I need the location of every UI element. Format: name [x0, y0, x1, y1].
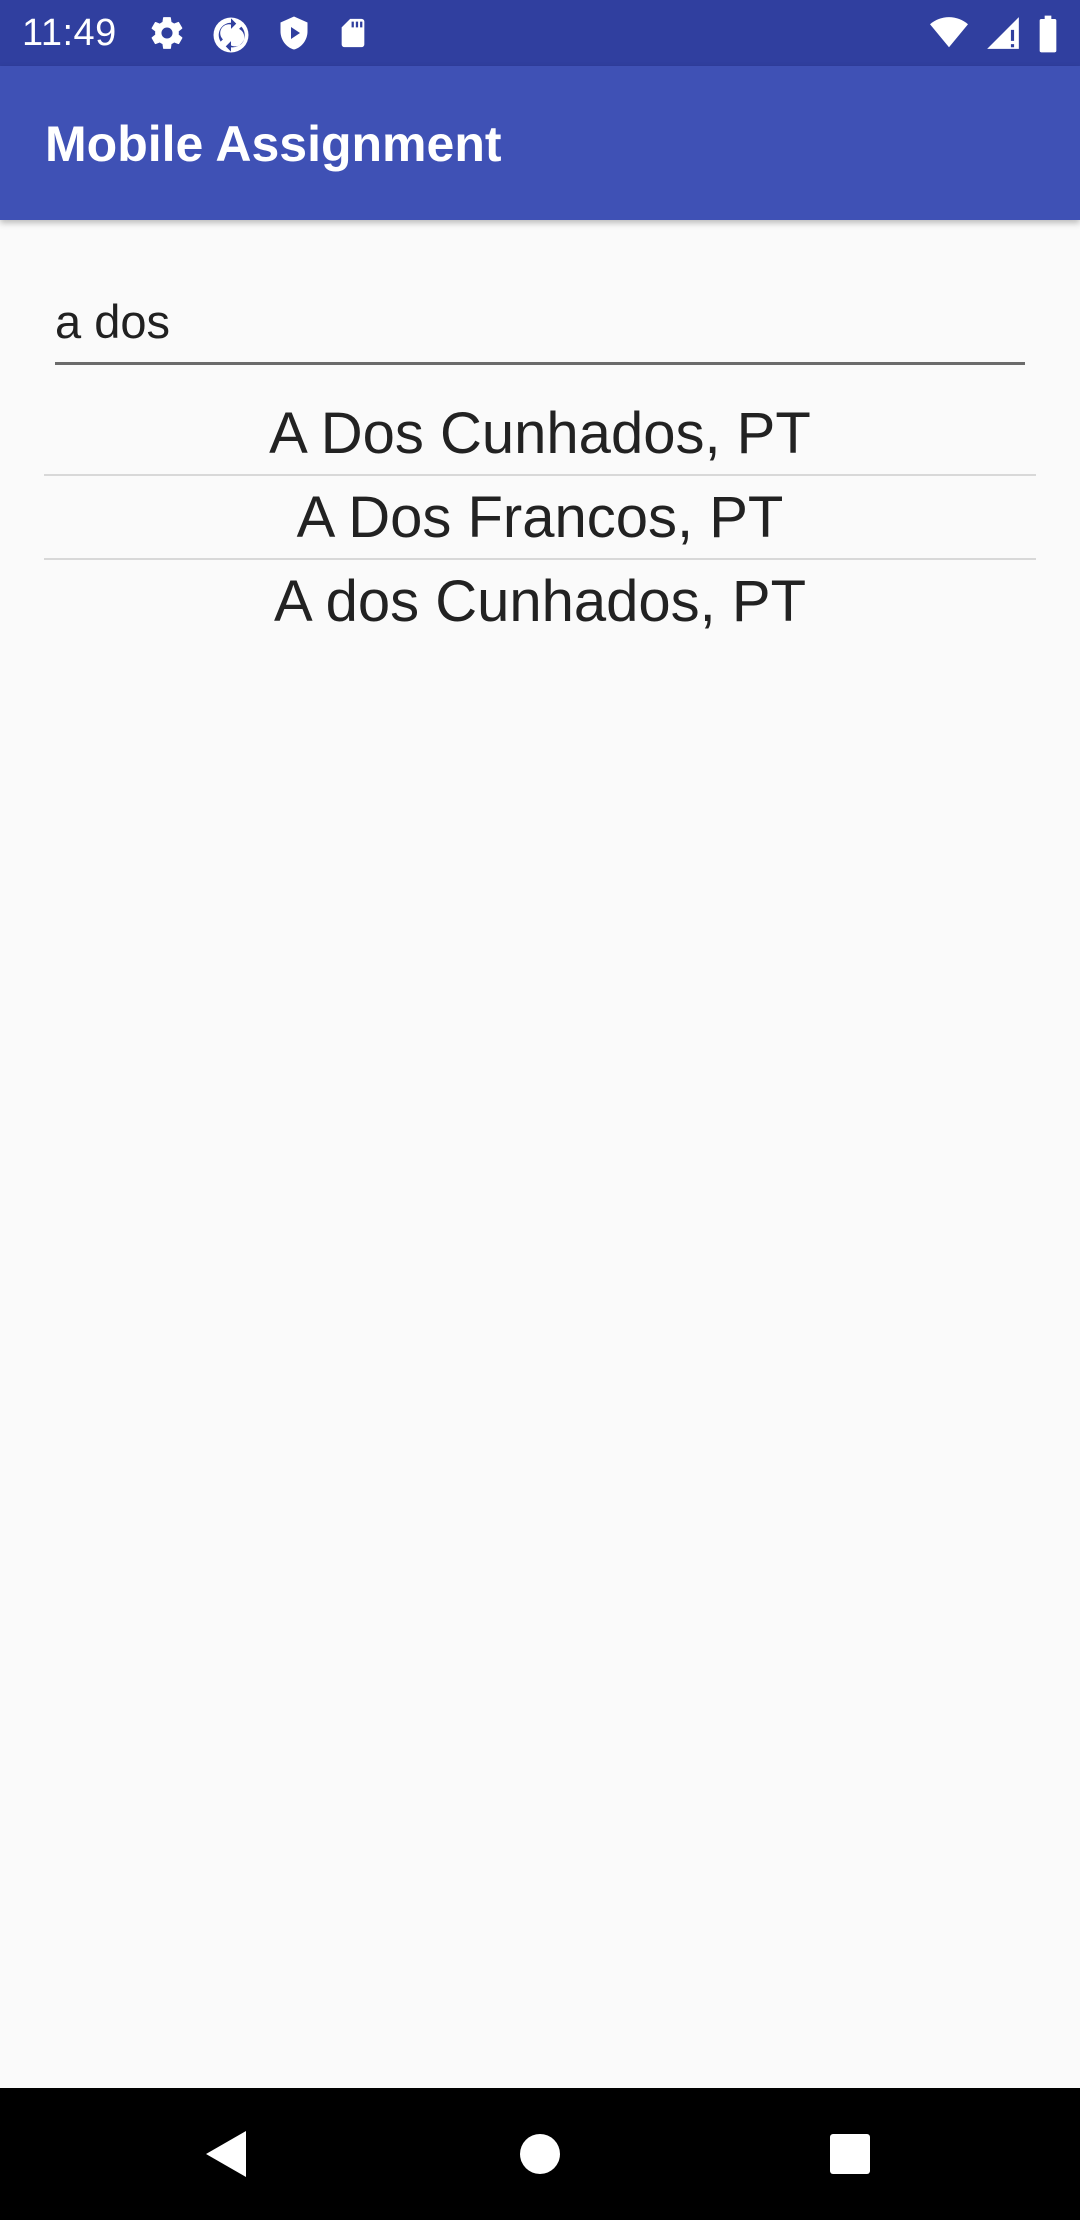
search-input[interactable] — [55, 293, 1015, 351]
battery-icon — [1036, 14, 1060, 53]
cell-signal-icon — [984, 14, 1022, 52]
play-protect-icon — [276, 14, 312, 52]
recents-icon — [829, 2133, 871, 2180]
home-icon — [519, 2133, 561, 2180]
status-icons-left — [148, 14, 370, 53]
app-title: Mobile Assignment — [45, 116, 502, 172]
result-item[interactable]: A Dos Cunhados, PT — [44, 392, 1036, 476]
settings-icon — [148, 14, 186, 52]
result-item[interactable]: A dos Cunhados, PT — [44, 560, 1036, 644]
search-field[interactable] — [55, 285, 1025, 365]
status-bar: 11:49 — [0, 0, 1080, 66]
recents-button[interactable] — [820, 2126, 880, 2186]
back-button[interactable] — [196, 2126, 256, 2186]
sync-icon — [210, 14, 252, 53]
sd-card-icon — [336, 14, 370, 52]
results-list: A Dos Cunhados, PT A Dos Francos, PT A d… — [44, 392, 1036, 644]
back-icon — [204, 2129, 248, 2184]
status-icons-right — [928, 14, 1060, 53]
nav-bar — [0, 2088, 1080, 2220]
wifi-icon — [928, 14, 970, 52]
app-bar: Mobile Assignment — [0, 66, 1080, 220]
result-item[interactable]: A Dos Francos, PT — [44, 476, 1036, 560]
status-time: 11:49 — [22, 12, 117, 54]
home-button[interactable] — [510, 2126, 570, 2186]
